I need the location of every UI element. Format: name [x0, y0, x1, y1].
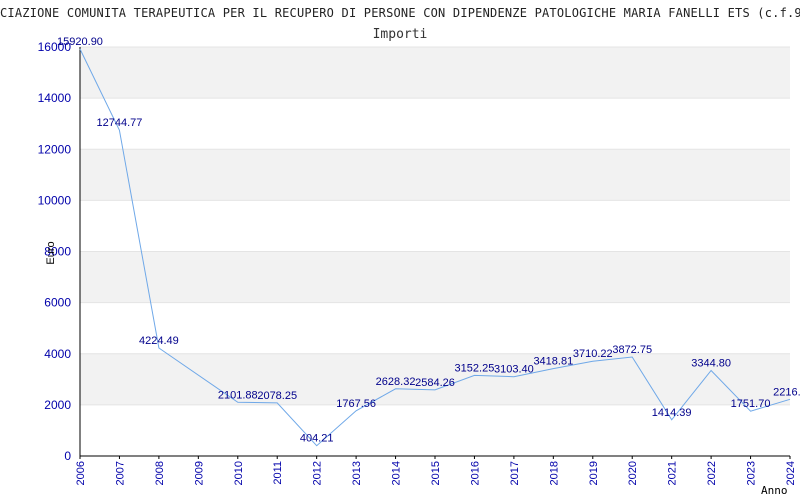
data-label: 3418.81 — [533, 356, 573, 368]
x-tick-label: 2021 — [667, 461, 679, 485]
y-tick-label: 12000 — [38, 142, 72, 156]
data-label: 1751.70 — [731, 398, 771, 410]
x-tick-label: 2006 — [75, 461, 87, 485]
x-axis-label: Anno — [761, 484, 788, 497]
background-band — [80, 149, 790, 201]
y-tick-label: 2000 — [44, 398, 71, 412]
chart-title: Importi — [373, 27, 428, 42]
data-label: 2216.6 — [773, 386, 800, 398]
x-tick-label: 2016 — [469, 461, 481, 485]
data-label: 3103.40 — [494, 364, 534, 376]
x-tick-label: 2017 — [509, 461, 521, 485]
data-label: 12744.77 — [96, 117, 142, 129]
x-tick-label: 2024 — [785, 461, 797, 485]
y-tick-label: 14000 — [38, 91, 72, 105]
y-tick-label: 0 — [64, 449, 71, 463]
data-label: 2584.26 — [415, 377, 455, 389]
x-tick-label: 2020 — [627, 461, 639, 485]
x-tick-label: 2022 — [706, 461, 718, 485]
background-bands — [80, 47, 790, 405]
x-tick-label: 2008 — [154, 461, 166, 485]
x-tick-label: 2010 — [233, 461, 245, 485]
y-tick-label: 10000 — [38, 193, 72, 207]
data-label: 2101.88 — [218, 389, 258, 401]
line-chart: 0200040006000800010000120001400016000 20… — [38, 27, 800, 497]
x-tick-label: 2009 — [193, 461, 205, 485]
background-band — [80, 47, 790, 99]
x-tick-label: 2012 — [312, 461, 324, 485]
data-label: 3872.75 — [612, 344, 652, 356]
data-label: 1767.56 — [336, 398, 376, 410]
data-label: 3344.80 — [691, 357, 731, 369]
data-label: 4224.49 — [139, 335, 179, 347]
data-label: 404.21 — [300, 433, 334, 445]
x-tick-label: 2014 — [391, 461, 403, 485]
data-label: 15920.90 — [57, 36, 103, 48]
y-tick-label: 4000 — [44, 347, 71, 361]
y-tick-label: 6000 — [44, 296, 71, 310]
x-tick-label: 2019 — [588, 461, 600, 485]
data-label: 1414.39 — [652, 407, 692, 419]
x-tick-label: 2007 — [114, 461, 126, 485]
background-band — [80, 251, 790, 303]
x-tick-label: 2015 — [430, 461, 442, 485]
x-tick-label: 2023 — [746, 461, 758, 485]
x-tick-label: 2011 — [272, 461, 284, 485]
x-tick-label: 2018 — [548, 461, 560, 485]
x-tick-labels: 2006 2007 2008 2009 2010 2011 2012 2013 2014 2015… — [75, 461, 797, 485]
data-label: 3710.22 — [573, 348, 613, 360]
data-label: 3152.25 — [455, 362, 495, 374]
data-label: 2628.32 — [376, 376, 416, 388]
y-axis-label: Euro — [45, 241, 57, 264]
x-tick-label: 2013 — [351, 461, 363, 485]
data-label: 2078.25 — [257, 390, 297, 402]
